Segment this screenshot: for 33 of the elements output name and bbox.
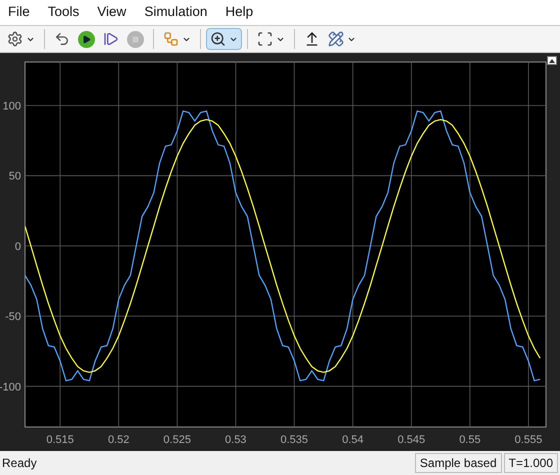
time-field: T=1.000 [504,453,558,473]
sample-mode-field: Sample based [414,453,502,473]
x-tick-label: 0.555 [514,434,542,446]
y-tick-label: 0 [14,240,21,253]
x-tick-label: 0.525 [163,434,191,446]
stop-icon [127,30,144,48]
x-tick-label: 0.545 [398,434,426,446]
menu-item[interactable]: View [97,2,126,23]
x-tick-label: 0.54 [342,434,364,446]
pencil-ruler-icon [328,31,344,47]
y-tick-label: 100 [2,100,21,113]
undock-icon[interactable] [547,56,557,65]
step-forward-icon [103,31,119,47]
y-tick-label: -50 [5,311,21,324]
x-tick-label: 0.515 [46,434,74,446]
menu-item[interactable]: Tools [48,2,80,23]
fit-view-icon [257,31,273,47]
status-text: Ready [2,455,37,472]
y-tick-label: 50 [8,170,21,183]
x-tick-label: 0.52 [108,434,130,446]
toolbar-button[interactable] [206,28,242,50]
x-tick-label: 0.55 [459,434,481,446]
menu-item[interactable]: Simulation [144,2,208,23]
settings-icon [7,31,23,47]
menu-item[interactable]: Help [225,2,254,23]
step-back-icon [54,31,70,47]
arrow-up-icon [304,31,320,47]
menu-item[interactable]: File [8,2,30,23]
run-icon [78,30,95,48]
zoom-in-icon [210,31,226,47]
x-tick-label: 0.53 [225,434,246,446]
x-tick-label: 0.535 [280,434,308,446]
block-diagram-icon [163,31,179,47]
